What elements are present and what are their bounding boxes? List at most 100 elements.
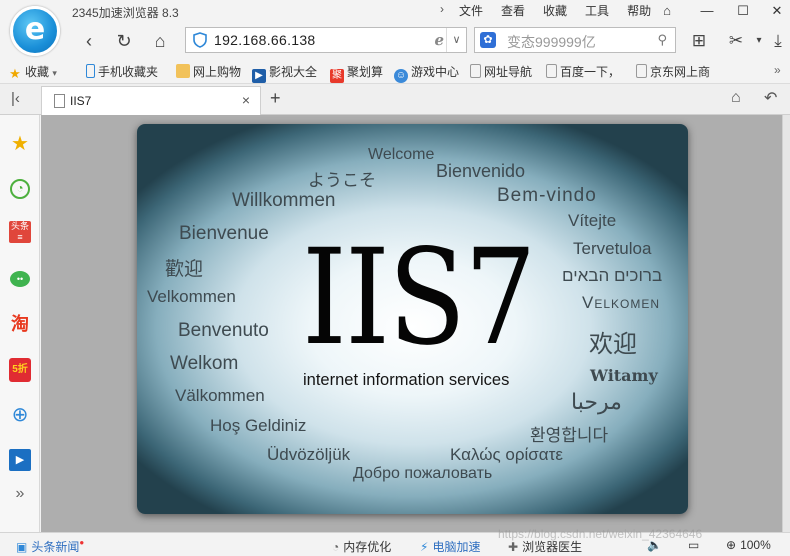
- pc-accelerate-button[interactable]: ⚡ 电脑加速: [420, 538, 480, 555]
- bookmarks-bar: ★ 收藏 ▾ 手机收藏夹 网上购物 ▶ 影视大全 聚聚划算 ☺ 游戏中心 网址导航 百…: [0, 58, 790, 84]
- favorites-star-icon[interactable]: ★: [7, 131, 33, 157]
- page-icon: [546, 64, 557, 78]
- news-icon[interactable]: 头条 ≡: [7, 221, 33, 247]
- vertical-scrollbar[interactable]: [782, 115, 790, 532]
- iis7-welcome-image: Welcome ようこそ Bienvenido Bem-vindo Willko…: [137, 124, 688, 514]
- bookmark-label: 京东网上商: [650, 65, 711, 79]
- tab-iis7[interactable]: IIS7 ×: [41, 86, 261, 115]
- memory-icon: ◔: [332, 540, 340, 554]
- search-box[interactable]: ✿ 变态999999亿 ⚲: [474, 27, 676, 53]
- welcome-word: 歡迎: [165, 259, 204, 280]
- maximize-button[interactable]: ☐: [726, 0, 760, 22]
- accelerate-icon: ⚡: [420, 540, 429, 554]
- news-button[interactable]: ▣ 头条新闻●: [16, 538, 84, 555]
- welcome-word: Benvenuto: [178, 320, 269, 341]
- minimize-button[interactable]: —: [690, 0, 724, 22]
- bookmark-games[interactable]: ☺ 游戏中心: [394, 63, 459, 83]
- bookmark-baidu[interactable]: 百度一下，: [546, 63, 620, 80]
- menu-view[interactable]: 查看: [492, 3, 534, 19]
- undo-icon[interactable]: ↶: [764, 88, 777, 108]
- memory-optimize-button[interactable]: ◔ 内存优化: [332, 538, 391, 555]
- address-bar[interactable]: 192.168.66.138 ℯ ∨: [185, 27, 467, 53]
- bookmark-label: 手机收藏夹: [98, 65, 159, 79]
- welcome-word: Bienvenido: [436, 161, 526, 181]
- news-label: 头条新闻: [31, 540, 80, 554]
- bookmark-label: 聚划算: [347, 65, 384, 79]
- gamepad-icon[interactable]: ⊕: [7, 402, 33, 428]
- welcome-word: Witamy: [590, 366, 658, 385]
- sidebar-more-icon[interactable]: »: [7, 481, 33, 507]
- bookmark-jd[interactable]: 京东网上商: [636, 63, 710, 80]
- home-button[interactable]: ⌂: [147, 28, 173, 54]
- bookmark-label: 百度一下，: [560, 65, 621, 79]
- url-text[interactable]: 192.168.66.138: [214, 32, 316, 48]
- close-window-button[interactable]: ✕: [760, 0, 790, 22]
- zoom-icon: ⊕: [726, 538, 737, 552]
- back-button[interactable]: ‹: [76, 28, 102, 54]
- welcome-word: Tervetuloa: [573, 239, 652, 258]
- menu-favorites[interactable]: 收藏: [534, 3, 576, 19]
- app-title: 2345加速浏览器 8.3: [72, 6, 179, 20]
- menu-arrow-icon[interactable]: ›: [440, 2, 444, 16]
- welcome-word: مرحبا: [571, 389, 622, 414]
- iis7-subtitle: internet information services: [303, 371, 510, 389]
- memory-label: 内存优化: [343, 540, 392, 554]
- refresh-button[interactable]: ↻: [111, 28, 137, 54]
- baidu-icon[interactable]: ✿: [480, 32, 496, 48]
- welcome-word: 欢迎: [589, 331, 637, 358]
- bookmark-nav[interactable]: 网址导航: [470, 63, 532, 80]
- more-bookmarks-icon[interactable]: »: [774, 63, 781, 77]
- download-icon[interactable]: ⤓: [766, 29, 790, 53]
- bookmark-juhuasuan[interactable]: 聚聚划算: [330, 63, 383, 83]
- welcome-word: Velkommen: [147, 287, 236, 306]
- scissors-icon[interactable]: ✂: [724, 29, 748, 53]
- iis7-logo-text: IIS7: [302, 221, 537, 375]
- shop-icon[interactable]: ⌂: [731, 89, 741, 107]
- welcome-word: Hoş Geldiniz: [210, 416, 307, 435]
- bookmark-label: 游戏中心: [411, 65, 460, 79]
- tab-bar: |‹ IIS7 × + ⌂ ↶: [0, 84, 790, 115]
- sidebar-toggle-icon[interactable]: |‹: [11, 90, 20, 107]
- skin-icon[interactable]: ⌂: [650, 0, 684, 22]
- welcome-word: Bem-vindo: [497, 185, 597, 206]
- menu-tools[interactable]: 工具: [576, 3, 618, 19]
- taobao-icon[interactable]: 淘: [7, 311, 33, 337]
- welcome-word: Καλώς ορίσατε: [450, 445, 563, 464]
- folder-icon: [176, 64, 190, 78]
- bookmark-label: 网上购物: [193, 65, 242, 79]
- wechat-icon[interactable]: ••: [7, 265, 33, 291]
- zoom-control[interactable]: ⊕ 100%: [726, 538, 771, 552]
- discount-icon[interactable]: 5折: [7, 355, 33, 382]
- search-placeholder[interactable]: 变态999999亿: [507, 32, 596, 52]
- bookmark-shopping[interactable]: 网上购物: [176, 63, 241, 80]
- navigation-bar: ‹ ↻ ⌂ 192.168.66.138 ℯ ∨ ✿ 变态999999亿 ⚲ ⊞…: [0, 24, 790, 58]
- ie-mode-icon[interactable]: ℯ: [434, 31, 444, 49]
- chevron-down-icon[interactable]: ∨: [446, 28, 466, 52]
- page-icon: [470, 64, 481, 78]
- bookmark-favorites[interactable]: ★ 收藏 ▾: [8, 63, 57, 81]
- accelerate-label: 电脑加速: [432, 540, 481, 554]
- new-tab-button[interactable]: +: [270, 88, 281, 109]
- page-icon: [54, 94, 65, 108]
- bookmark-mobile[interactable]: 手机收藏夹: [86, 63, 158, 80]
- tab-title: IIS7: [70, 94, 92, 108]
- search-icon[interactable]: ⚲: [657, 32, 667, 48]
- close-tab-icon[interactable]: ×: [242, 92, 250, 108]
- doctor-label: 浏览器医生: [522, 540, 583, 554]
- welcome-word: Welkom: [170, 353, 239, 374]
- shield-icon: [193, 32, 207, 48]
- star-icon: ★: [9, 66, 21, 81]
- history-clock-icon[interactable]: ◔: [7, 175, 33, 201]
- video-icon[interactable]: ▶: [7, 446, 33, 472]
- welcome-word: Velkomen: [582, 293, 661, 312]
- welcome-word: ようこそ: [308, 171, 376, 190]
- apps-grid-icon[interactable]: ⊞: [687, 29, 711, 53]
- bookmark-video[interactable]: ▶ 影视大全: [252, 63, 317, 83]
- welcome-word: Добро пожаловать: [353, 465, 493, 482]
- menu-file[interactable]: 文件: [450, 3, 492, 19]
- welcome-word: Välkommen: [175, 386, 265, 405]
- game-icon: ☺: [394, 69, 408, 83]
- phone-icon: [86, 64, 95, 78]
- film-icon: ▶: [252, 69, 266, 83]
- welcome-word: 환영합니다: [530, 426, 609, 445]
